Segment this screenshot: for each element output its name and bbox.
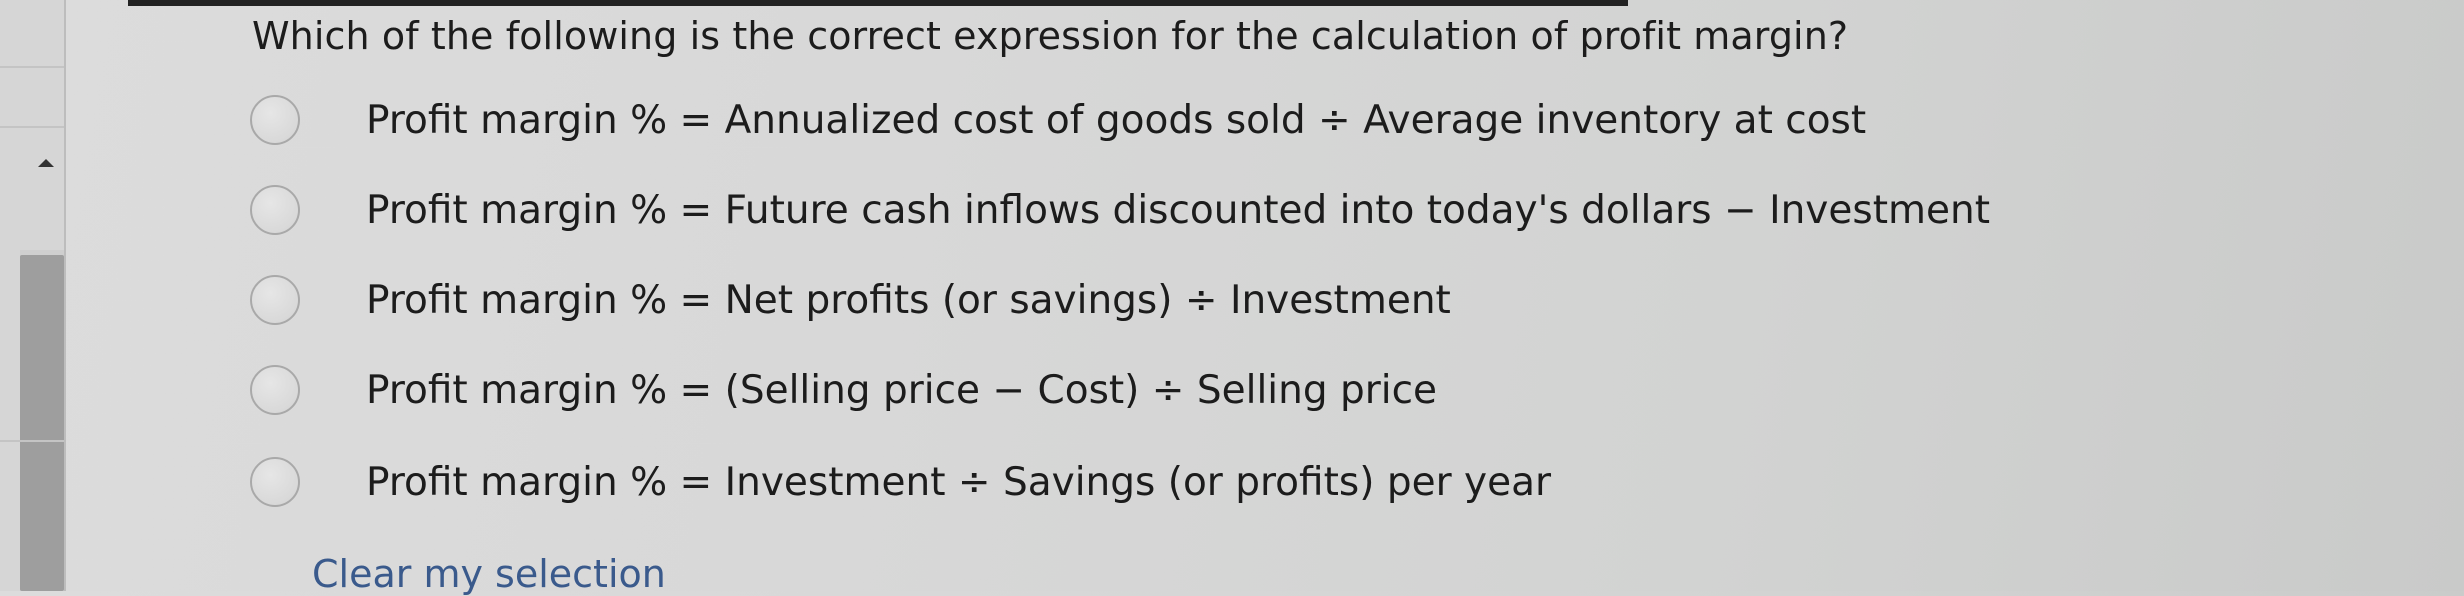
option-label[interactable]: Profit margin % = Future cash inflows di… <box>366 188 1990 233</box>
radio-unchecked-icon[interactable] <box>250 185 300 235</box>
panel-divider <box>0 440 64 442</box>
panel-divider <box>0 66 64 68</box>
answer-option-4[interactable]: Profit margin % = (Selling price − Cost)… <box>250 358 2050 422</box>
radio-unchecked-icon[interactable] <box>250 95 300 145</box>
top-edge-strip <box>128 0 1628 6</box>
radio-unchecked-icon[interactable] <box>250 275 300 325</box>
scrollbar-thumb[interactable] <box>20 255 64 591</box>
left-navigation-panel <box>0 0 66 591</box>
chevron-up-icon[interactable] <box>38 159 54 167</box>
radio-unchecked-icon[interactable] <box>250 365 300 415</box>
radio-unchecked-icon[interactable] <box>250 457 300 507</box>
clear-selection-link[interactable]: Clear my selection <box>312 552 666 596</box>
answer-option-1[interactable]: Profit margin % = Annualized cost of goo… <box>250 88 2050 152</box>
answer-option-3[interactable]: Profit margin % = Net profits (or saving… <box>250 268 2050 332</box>
option-label[interactable]: Profit margin % = Investment ÷ Savings (… <box>366 460 1551 505</box>
answer-option-2[interactable]: Profit margin % = Future cash inflows di… <box>250 178 2050 242</box>
panel-divider <box>0 126 64 128</box>
option-label[interactable]: Profit margin % = (Selling price − Cost)… <box>366 368 1437 413</box>
question-text: Which of the following is the correct ex… <box>252 14 1849 58</box>
answer-option-5[interactable]: Profit margin % = Investment ÷ Savings (… <box>250 450 2050 514</box>
option-label[interactable]: Profit margin % = Annualized cost of goo… <box>366 98 1866 143</box>
option-label[interactable]: Profit margin % = Net profits (or saving… <box>366 278 1451 323</box>
